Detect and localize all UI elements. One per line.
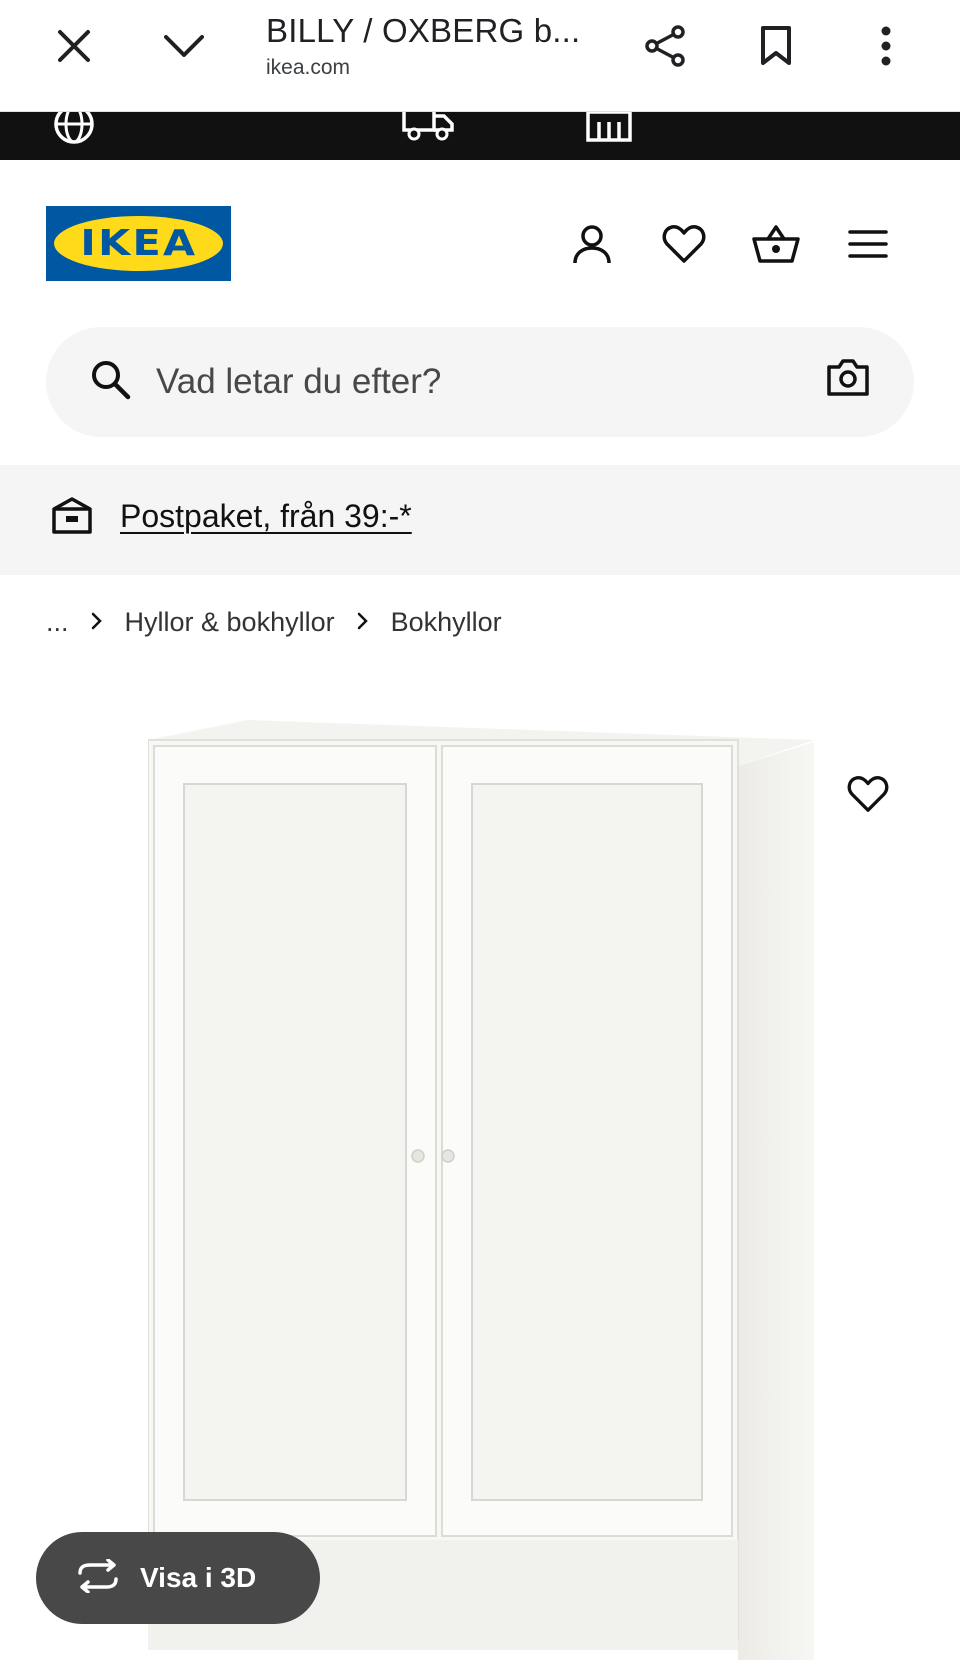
breadcrumb: ... Hyllor & bokhyllor Bokhyllor (46, 607, 502, 638)
page-url: ikea.com (266, 56, 351, 79)
browser-toolbar: BILLY / OXBERG b... ikea.com (0, 0, 960, 112)
delivery-banner: Postpaket, från 39:-* (0, 465, 960, 575)
top-info-strip (0, 112, 960, 160)
close-icon[interactable] (50, 22, 98, 70)
chevron-right-icon (91, 609, 103, 637)
store-icon[interactable] (585, 112, 633, 142)
breadcrumb-item-bookcases[interactable]: Bokhyllor (391, 607, 502, 638)
view-in-3d-button[interactable]: Visa i 3D (36, 1532, 320, 1624)
globe-icon[interactable] (52, 112, 96, 146)
more-vert-icon[interactable] (862, 22, 910, 70)
search-icon[interactable] (88, 357, 136, 405)
logo-oval: IKEA (54, 216, 223, 271)
share-icon[interactable] (642, 22, 690, 70)
basket-icon[interactable] (752, 220, 800, 268)
favorite-heart-icon[interactable] (840, 766, 896, 822)
rotate-3d-icon (74, 1557, 122, 1598)
search-input[interactable] (156, 352, 776, 412)
product-image-area[interactable] (0, 680, 960, 1676)
chevron-right-icon (357, 609, 369, 637)
parcel-icon (50, 495, 98, 543)
bookmark-icon[interactable] (752, 22, 800, 70)
delivery-link[interactable]: Postpaket, från 39:-* (120, 498, 412, 535)
ikea-logo[interactable]: IKEA (46, 206, 231, 281)
chevron-down-icon[interactable] (160, 22, 208, 70)
heart-icon[interactable] (660, 220, 708, 268)
breadcrumb-item-shelves[interactable]: Hyllor & bokhyllor (125, 607, 335, 638)
account-icon[interactable] (568, 220, 616, 268)
page-title-area[interactable]: BILLY / OXBERG b... ikea.com (266, 12, 596, 80)
view-in-3d-label: Visa i 3D (140, 1562, 257, 1593)
delivery-truck-icon[interactable] (402, 112, 454, 142)
page-title: BILLY / OXBERG b... (266, 12, 581, 49)
camera-icon[interactable] (826, 357, 874, 405)
search-bar[interactable] (46, 327, 914, 437)
breadcrumb-ellipsis[interactable]: ... (46, 607, 69, 638)
logo-text: IKEA (79, 223, 198, 264)
menu-icon[interactable] (844, 220, 892, 268)
product-image-cabinet (148, 720, 814, 1660)
